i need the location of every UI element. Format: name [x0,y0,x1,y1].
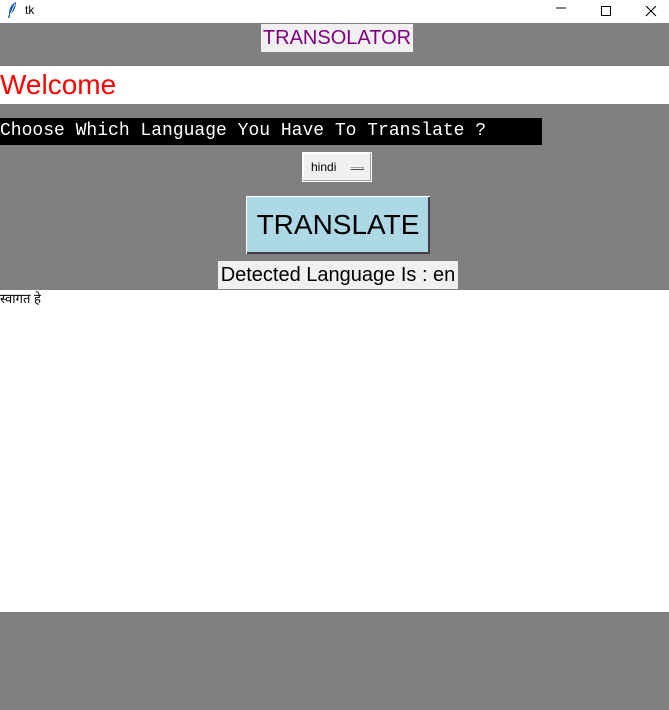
minimize-icon [556,7,566,9]
output-text: स्वागत हे [0,291,41,306]
output-area[interactable]: स्वागत हे [0,290,669,612]
feather-icon [6,1,18,19]
dropdown-indicator-icon [350,167,364,170]
translate-button[interactable]: TRANSLATE [246,196,430,254]
detected-language-label: Detected Language Is : en [218,261,458,289]
close-icon [645,6,657,17]
maximize-button[interactable] [584,0,630,23]
welcome-label: Welcome [0,69,117,100]
language-select-value: hindi [311,160,337,174]
window-titlebar[interactable]: tk [0,0,669,23]
minimize-button[interactable] [539,0,585,23]
maximize-icon [601,6,611,16]
language-select[interactable]: hindi [302,152,372,182]
app-title: TRANSOLATOR [261,24,413,52]
window-title: tk [25,3,35,17]
close-button[interactable] [629,0,669,23]
language-prompt: Choose Which Language You Have To Transl… [0,118,542,145]
